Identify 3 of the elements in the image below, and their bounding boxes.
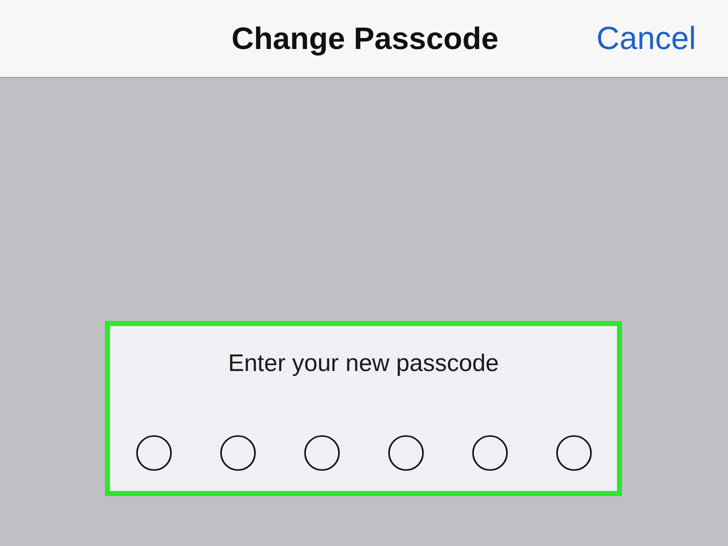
screen-title: Change Passcode <box>231 20 499 56</box>
passcode-prompt: Enter your new passcode <box>228 350 499 378</box>
cancel-button[interactable]: Cancel <box>596 20 696 57</box>
